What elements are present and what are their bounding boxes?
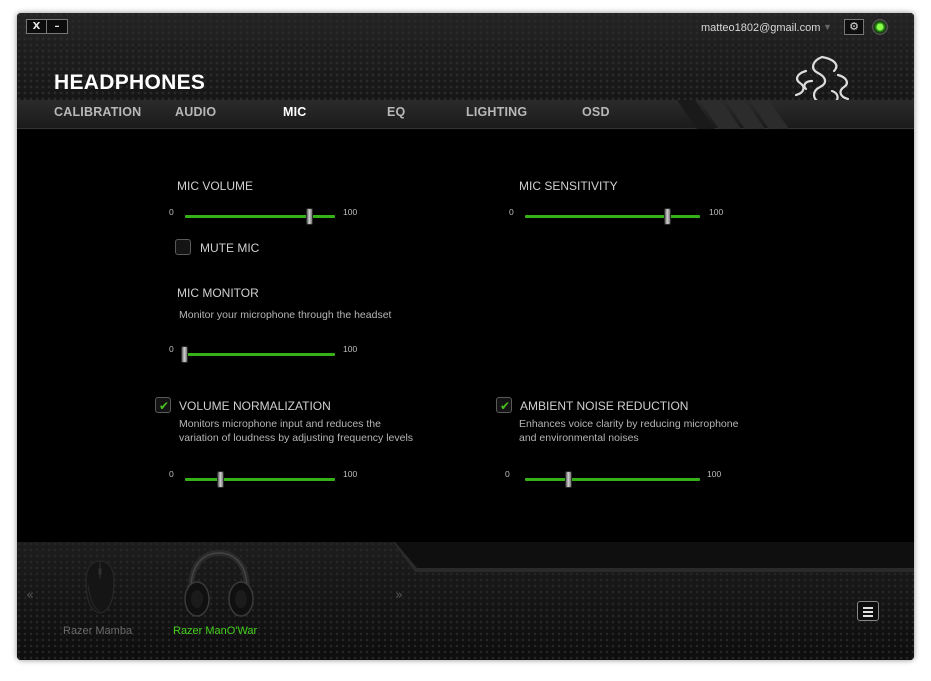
device-name-mamba[interactable]: Razer Mamba — [63, 625, 132, 637]
mic-sensitivity-slider[interactable] — [525, 215, 700, 218]
noise-reduction-description-1: Enhances voice clarity by reducing micro… — [519, 418, 739, 430]
volume-normalization-label: VOLUME NORMALIZATION — [179, 399, 331, 413]
hamburger-icon — [863, 615, 873, 617]
window-controls: X – — [26, 19, 68, 34]
settings-button[interactable]: ⚙ — [844, 19, 864, 35]
page-title: HEADPHONES — [54, 71, 206, 94]
mic-volume-max: 100 — [343, 207, 358, 217]
gear-icon: ⚙ — [849, 20, 859, 33]
noise-reduction-label: AMBIENT NOISE REDUCTION — [520, 399, 689, 413]
tab-bar-decoration — [677, 100, 789, 129]
device-bar-decoration — [393, 542, 914, 572]
devices-prev-arrow[interactable]: « — [26, 588, 34, 603]
mic-volume-slider-handle[interactable] — [306, 208, 314, 225]
checkmark-icon: ✔ — [500, 399, 511, 413]
synapse-window: X – matteo1802@gmail.com ▼ ⚙ HEADPHONES … — [17, 13, 914, 660]
volume-normalization-description-2: variation of loudness by adjusting frequ… — [179, 432, 414, 444]
minimize-button[interactable]: – — [47, 19, 68, 34]
noise-reduction-min: 0 — [505, 469, 510, 479]
mic-monitor-slider-handle[interactable] — [181, 346, 188, 363]
devices-next-arrow[interactable]: » — [395, 588, 403, 603]
volume-normalization-checkbox[interactable]: ✔ — [155, 397, 171, 413]
tab-calibration[interactable]: CALIBRATION — [54, 105, 141, 119]
volume-normalization-min: 0 — [169, 469, 174, 479]
volume-normalization-description-1: Monitors microphone input and reduces th… — [179, 418, 381, 430]
mic-sensitivity-label: MIC SENSITIVITY — [519, 179, 618, 193]
tab-eq[interactable]: EQ — [387, 105, 405, 119]
volume-normalization-slider[interactable] — [185, 478, 335, 481]
tab-osd[interactable]: OSD — [582, 105, 610, 119]
headset-device-icon[interactable] — [181, 547, 257, 623]
mic-settings-panel — [17, 130, 914, 542]
volume-normalization-slider-handle[interactable] — [216, 471, 224, 488]
mute-mic-checkbox[interactable] — [175, 239, 191, 255]
status-indicator-icon — [872, 19, 888, 35]
mic-monitor-max: 100 — [343, 344, 358, 354]
mic-monitor-description: Monitor your microphone through the head… — [179, 309, 392, 321]
mic-sensitivity-max: 100 — [709, 207, 724, 217]
mic-monitor-min: 0 — [169, 344, 174, 354]
mic-monitor-label: MIC MONITOR — [177, 286, 259, 300]
mic-sensitivity-min: 0 — [509, 207, 514, 217]
mic-sensitivity-slider-handle[interactable] — [663, 208, 671, 225]
hamburger-icon — [863, 607, 873, 609]
mute-mic-label: MUTE MIC — [200, 241, 260, 255]
checkmark-icon: ✔ — [159, 399, 170, 413]
mic-volume-label: MIC VOLUME — [177, 179, 254, 193]
close-button[interactable]: X — [26, 19, 47, 34]
noise-reduction-slider[interactable] — [525, 478, 700, 481]
hamburger-icon — [863, 611, 873, 613]
tab-lighting[interactable]: LIGHTING — [466, 105, 527, 119]
tab-mic[interactable]: MIC — [283, 105, 307, 119]
mic-volume-min: 0 — [169, 207, 174, 217]
tab-audio[interactable]: AUDIO — [175, 105, 216, 119]
device-name-manowar[interactable]: Razer ManO'War — [173, 625, 257, 637]
account-email[interactable]: matteo1802@gmail.com — [701, 22, 820, 34]
volume-normalization-max: 100 — [343, 469, 358, 479]
mouse-device-icon[interactable] — [83, 559, 117, 615]
noise-reduction-max: 100 — [707, 469, 722, 479]
noise-reduction-checkbox[interactable]: ✔ — [496, 397, 512, 413]
noise-reduction-slider-handle[interactable] — [564, 471, 572, 488]
chevron-down-icon[interactable]: ▼ — [823, 22, 832, 32]
noise-reduction-description-2: and environmental noises — [519, 432, 639, 444]
menu-button[interactable] — [857, 601, 879, 621]
mic-monitor-slider[interactable] — [185, 353, 335, 356]
